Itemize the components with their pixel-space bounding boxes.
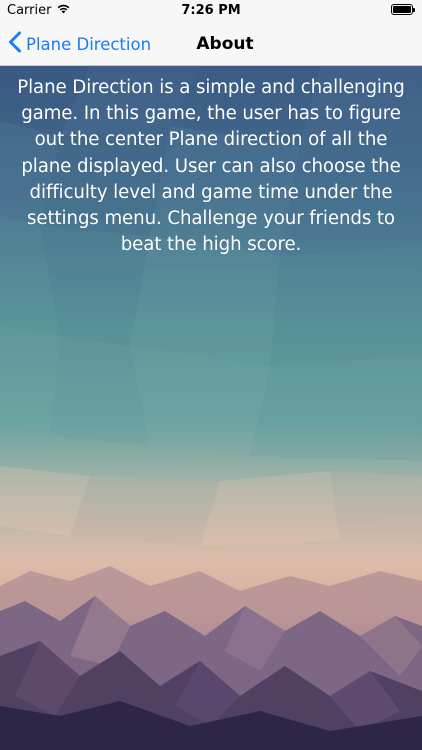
battery-icon	[391, 4, 415, 15]
status-bar: Carrier 7:26 PM	[0, 0, 422, 22]
page-title: About	[196, 34, 254, 54]
about-description: Plane Direction is a simple and challeng…	[17, 77, 405, 256]
status-time: 7:26 PM	[181, 3, 241, 18]
about-screen: Carrier 7:26 PM Plane Direction About Pl…	[0, 0, 422, 750]
about-content: Plane Direction is a simple and challeng…	[0, 66, 422, 750]
navigation-bar: Plane Direction About	[0, 22, 422, 66]
